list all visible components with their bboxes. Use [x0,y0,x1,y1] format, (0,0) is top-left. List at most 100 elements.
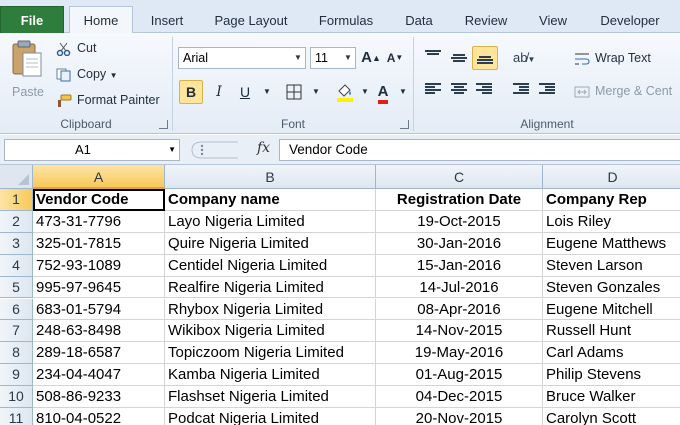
column-header-d[interactable]: D [543,165,680,189]
cell-d9[interactable]: Philip Stevens [543,364,680,387]
cell-c2[interactable]: 19-Oct-2015 [376,210,543,233]
row-header-6[interactable]: 6 [0,298,33,321]
tab-file[interactable]: File [0,6,64,33]
tab-review[interactable]: Review [456,8,516,33]
formula-input[interactable]: Vendor Code [279,139,680,161]
cell-b9[interactable]: Kamba Nigeria Limited [165,364,376,387]
cell-c4[interactable]: 15-Jan-2016 [376,254,543,277]
tab-page-layout[interactable]: Page Layout [206,8,296,33]
cell-d10[interactable]: Bruce Walker [543,386,680,408]
italic-button[interactable]: I [207,80,231,104]
row-header-3[interactable]: 3 [0,232,33,255]
cell-b1[interactable]: Company name [165,189,376,211]
column-header-a[interactable]: A [33,165,165,189]
cell-b7[interactable]: Wikibox Nigeria Limited [165,320,376,343]
borders-button[interactable] [282,80,306,104]
row-header-10[interactable]: 10 [0,386,33,408]
align-middle-icon[interactable] [451,54,467,66]
align-top-icon[interactable] [425,50,441,62]
cell-a6[interactable]: 683-01-5794 [33,298,165,321]
font-size-select[interactable]: 11 ▼ [310,47,356,69]
shrink-font-button[interactable]: A▼ [383,46,407,70]
cell-b4[interactable]: Centidel Nigeria Limited [165,254,376,277]
cell-c10[interactable]: 04-Dec-2015 [376,386,543,408]
cell-c8[interactable]: 19-May-2016 [376,342,543,365]
align-right-icon[interactable] [476,83,492,95]
borders-dropdown-icon[interactable]: ▼ [304,80,328,104]
underline-button[interactable]: U [233,80,257,104]
cell-d1[interactable]: Company Rep [543,189,680,211]
column-header-b[interactable]: B [165,165,376,189]
align-left-icon[interactable] [425,83,441,95]
cell-b11[interactable]: Podcat Nigeria Limited [165,408,376,425]
cell-d7[interactable]: Russell Hunt [543,320,680,343]
cell-b3[interactable]: Quire Nigeria Limited [165,232,376,255]
cut-button[interactable]: Cut [56,39,96,57]
row-header-1[interactable]: 1 [0,189,33,211]
font-family-select[interactable]: Arial ▼ [178,47,306,69]
cell-a7[interactable]: 248-63-8498 [33,320,165,343]
row-header-5[interactable]: 5 [0,276,33,299]
cell-b6[interactable]: Rhybox Nigeria Limited [165,298,376,321]
cell-b10[interactable]: Flashset Nigeria Limited [165,386,376,408]
clipboard-launcher-icon[interactable] [159,120,168,129]
cell-d5[interactable]: Steven Gonzales [543,277,680,299]
cell-d11[interactable]: Carolyn Scott [543,408,680,425]
decrease-indent-icon[interactable] [513,83,529,95]
grow-font-button[interactable]: A▲ [359,46,383,70]
cell-a11[interactable]: 810-04-0522 [33,408,165,425]
cell-a2[interactable]: 473-31-7796 [33,210,165,233]
cell-d2[interactable]: Lois Riley [543,211,680,233]
row-header-9[interactable]: 9 [0,364,33,387]
cell-a8[interactable]: 289-18-6587 [33,342,165,365]
increase-indent-icon[interactable] [539,83,555,95]
tab-insert[interactable]: Insert [140,8,194,33]
name-box[interactable]: A1 ▼ [4,139,180,161]
cell-b2[interactable]: Layo Nigeria Limited [165,210,376,233]
cell-c7[interactable]: 14-Nov-2015 [376,320,543,343]
align-center-icon[interactable] [451,83,467,95]
cell-c9[interactable]: 01-Aug-2015 [376,364,543,387]
format-painter-button[interactable]: Format Painter [56,91,160,109]
font-color-dropdown-icon[interactable]: ▼ [391,80,415,104]
cell-a10[interactable]: 508-86-9233 [33,386,165,408]
underline-dropdown-icon[interactable]: ▼ [255,80,279,104]
cell-a3[interactable]: 325-01-7815 [33,232,165,255]
row-header-4[interactable]: 4 [0,254,33,277]
insert-function-button[interactable]: fx [257,140,270,156]
cell-c3[interactable]: 30-Jan-2016 [376,232,543,255]
row-header-2[interactable]: 2 [0,210,33,233]
cell-b5[interactable]: Realfire Nigeria Limited [165,276,376,299]
tab-view[interactable]: View [530,8,576,33]
row-header-11[interactable]: 11 [0,408,33,425]
cell-c11[interactable]: 20-Nov-2015 [376,408,543,425]
cell-a9[interactable]: 234-04-4047 [33,364,165,387]
wrap-text-button[interactable]: Wrap Text [574,49,651,67]
cell-d6[interactable]: Eugene Mitchell [543,299,680,321]
tab-home[interactable]: Home [69,6,133,34]
bold-button[interactable]: B [179,80,203,104]
cell-d4[interactable]: Steven Larson [543,255,680,277]
cell-d8[interactable]: Carl Adams [543,342,680,365]
merge-center-button[interactable]: Merge & Cent [574,82,672,100]
row-header-7[interactable]: 7 [0,320,33,343]
cell-a1[interactable]: Vendor Code [33,189,165,211]
tab-data[interactable]: Data [396,8,442,33]
cell-c6[interactable]: 08-Apr-2016 [376,298,543,321]
cell-c1[interactable]: Registration Date [376,189,543,211]
paste-button[interactable]: Paste [4,37,50,103]
cell-a5[interactable]: 995-97-9645 [33,276,165,299]
tab-developer[interactable]: Developer [590,8,670,33]
font-launcher-icon[interactable] [400,120,409,129]
copy-button[interactable]: Copy ▼ [56,65,118,85]
row-header-8[interactable]: 8 [0,342,33,365]
formula-bar-grip[interactable] [188,139,248,161]
cell-d3[interactable]: Eugene Matthews [543,233,680,255]
column-header-c[interactable]: C [376,165,543,189]
orientation-icon[interactable]: ab̸▼ [513,50,535,65]
cell-b8[interactable]: Topiczoom Nigeria Limited [165,342,376,365]
align-bottom-button[interactable] [472,46,498,70]
select-all-button[interactable] [0,165,33,189]
tab-formulas[interactable]: Formulas [310,8,382,33]
cell-c5[interactable]: 14-Jul-2016 [376,276,543,299]
